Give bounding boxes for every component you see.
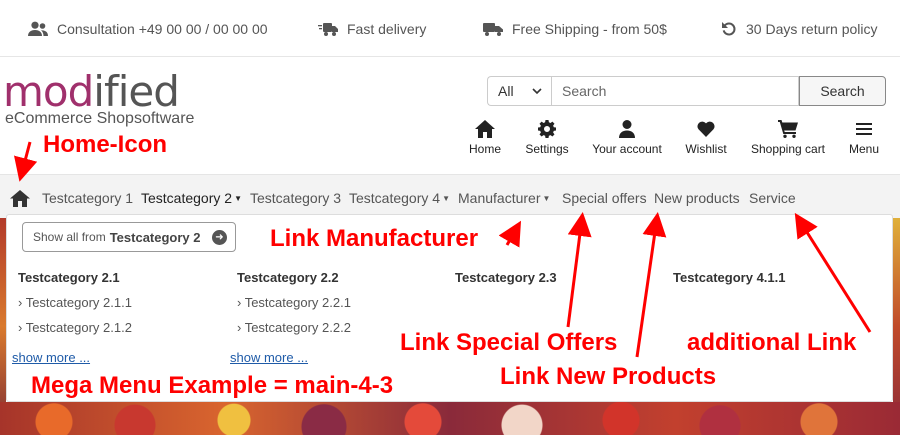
consultation-text: Consultation +49 00 00 / 00 00 00	[57, 20, 268, 37]
search-category-value: All	[498, 83, 514, 99]
mega-column-title[interactable]: Testcategory 2.2	[237, 270, 447, 286]
mega-column: Testcategory 2.3	[455, 270, 665, 286]
mega-column: Testcategory 4.1.1	[673, 270, 883, 286]
annotation-link-new-products: Link New Products	[500, 363, 717, 390]
mega-column-title[interactable]: Testcategory 2.1	[18, 270, 228, 286]
header-menu-label: Menu	[848, 142, 880, 156]
nav-item-testcategory-2-label: Testcategory 2	[141, 190, 233, 206]
annotation-additional-link: additional Link	[687, 329, 857, 356]
show-all-prefix: Show all from	[33, 230, 106, 244]
search-bar: All Search	[487, 76, 886, 106]
show-all-category: Testcategory 2	[109, 229, 201, 245]
header-settings-link[interactable]: Settings	[525, 120, 569, 156]
show-more-link[interactable]: show more ...	[12, 350, 90, 365]
undo-icon	[722, 21, 736, 35]
hamburger-menu-icon	[856, 123, 872, 135]
main-navigation: Testcategory 1 Testcategory 2 ▼ Testcateg…	[0, 174, 900, 218]
fast-delivery-text: Fast delivery	[347, 20, 427, 37]
logo[interactable]: modified eCommerce Shopsoftware	[3, 70, 203, 130]
truck-icon	[483, 22, 503, 36]
nav-item-testcategory-4[interactable]: Testcategory 4 ▼	[349, 190, 450, 206]
header-wishlist-label: Wishlist	[685, 142, 727, 156]
nav-item-manufacturer-label: Manufacturer	[458, 190, 541, 206]
caret-down-icon: ▼	[542, 194, 551, 203]
gear-icon	[538, 120, 556, 138]
shopping-cart-icon	[778, 120, 798, 138]
mega-column-link[interactable]: › Testcategory 2.1.2	[18, 320, 228, 336]
home-icon	[10, 190, 30, 207]
logo-subtitle: eCommerce Shopsoftware	[5, 110, 195, 127]
nav-item-new-products[interactable]: New products	[654, 190, 740, 206]
arrow-home-icon	[14, 141, 38, 182]
show-more-link[interactable]: show more ...	[230, 350, 308, 365]
fast-delivery-info: Fast delivery	[318, 0, 426, 57]
return-policy-info: 30 Days return policy	[721, 0, 878, 57]
consultation-info: Consultation +49 00 00 / 00 00 00	[28, 0, 268, 57]
users-icon	[28, 21, 48, 36]
search-category-select[interactable]: All	[487, 76, 551, 106]
annotation-home-icon: Home-Icon	[43, 131, 168, 158]
annotation-mega-menu-example: Mega Menu Example = main-4-3	[31, 372, 394, 399]
search-button[interactable]: Search	[799, 76, 886, 106]
show-all-category-button[interactable]: Show all from Testcategory 2 ➜	[22, 222, 236, 252]
mega-column-link[interactable]: › Testcategory 2.2.1	[237, 295, 447, 311]
logo-part-mod: mod	[3, 67, 94, 116]
fast-truck-icon	[318, 22, 338, 36]
nav-item-testcategory-3[interactable]: Testcategory 3	[250, 190, 341, 206]
logo-wordmark: modified	[3, 70, 203, 114]
heart-icon	[697, 121, 715, 137]
background-image-fruit	[0, 402, 900, 435]
header-home-label: Home	[469, 142, 502, 156]
annotation-link-special-offers: Link Special Offers	[400, 329, 618, 356]
arrow-right-circle-icon: ➜	[212, 230, 227, 245]
mega-column: Testcategory 2.2 › Testcategory 2.2.1 › …	[237, 270, 447, 336]
nav-item-manufacturer[interactable]: Manufacturer ▼	[458, 190, 550, 206]
header-cart-label: Shopping cart	[750, 142, 826, 156]
mega-column: Testcategory 2.1 › Testcategory 2.1.1 › …	[18, 270, 228, 336]
header-wishlist-link[interactable]: Wishlist	[684, 120, 728, 156]
header-account-link[interactable]: Your account	[591, 120, 663, 156]
nav-home-link[interactable]	[10, 190, 30, 212]
mega-column-link[interactable]: › Testcategory 2.1.1	[18, 295, 228, 311]
mega-column-title[interactable]: Testcategory 2.3	[455, 270, 665, 286]
chevron-down-icon	[532, 87, 542, 94]
nav-item-testcategory-2[interactable]: Testcategory 2 ▼	[141, 190, 242, 206]
nav-item-testcategory-1[interactable]: Testcategory 1	[42, 190, 133, 206]
annotation-link-manufacturer: Link Manufacturer	[270, 225, 479, 252]
header-menu-button[interactable]: Menu	[846, 120, 882, 156]
home-icon	[475, 120, 495, 138]
logo-part-ified: ified	[93, 67, 180, 116]
search-input[interactable]	[551, 76, 799, 106]
nav-item-service[interactable]: Service	[749, 190, 796, 206]
top-info-bar: Consultation +49 00 00 / 00 00 00 Fast d…	[0, 0, 900, 57]
header-cart-link[interactable]: Shopping cart	[750, 120, 826, 156]
header-account-label: Your account	[592, 142, 662, 156]
header-settings-label: Settings	[525, 142, 569, 156]
return-policy-text: 30 Days return policy	[746, 20, 878, 37]
caret-down-icon: ▼	[234, 194, 242, 203]
header-home-link[interactable]: Home	[469, 120, 501, 156]
mega-column-title[interactable]: Testcategory 4.1.1	[673, 270, 883, 286]
free-shipping-text: Free Shipping - from 50$	[512, 20, 667, 37]
caret-down-icon: ▼	[442, 194, 450, 203]
user-icon	[619, 120, 635, 138]
nav-item-testcategory-4-label: Testcategory 4	[349, 190, 441, 206]
nav-item-special-offers[interactable]: Special offers	[562, 190, 647, 206]
free-shipping-info: Free Shipping - from 50$	[483, 0, 667, 57]
